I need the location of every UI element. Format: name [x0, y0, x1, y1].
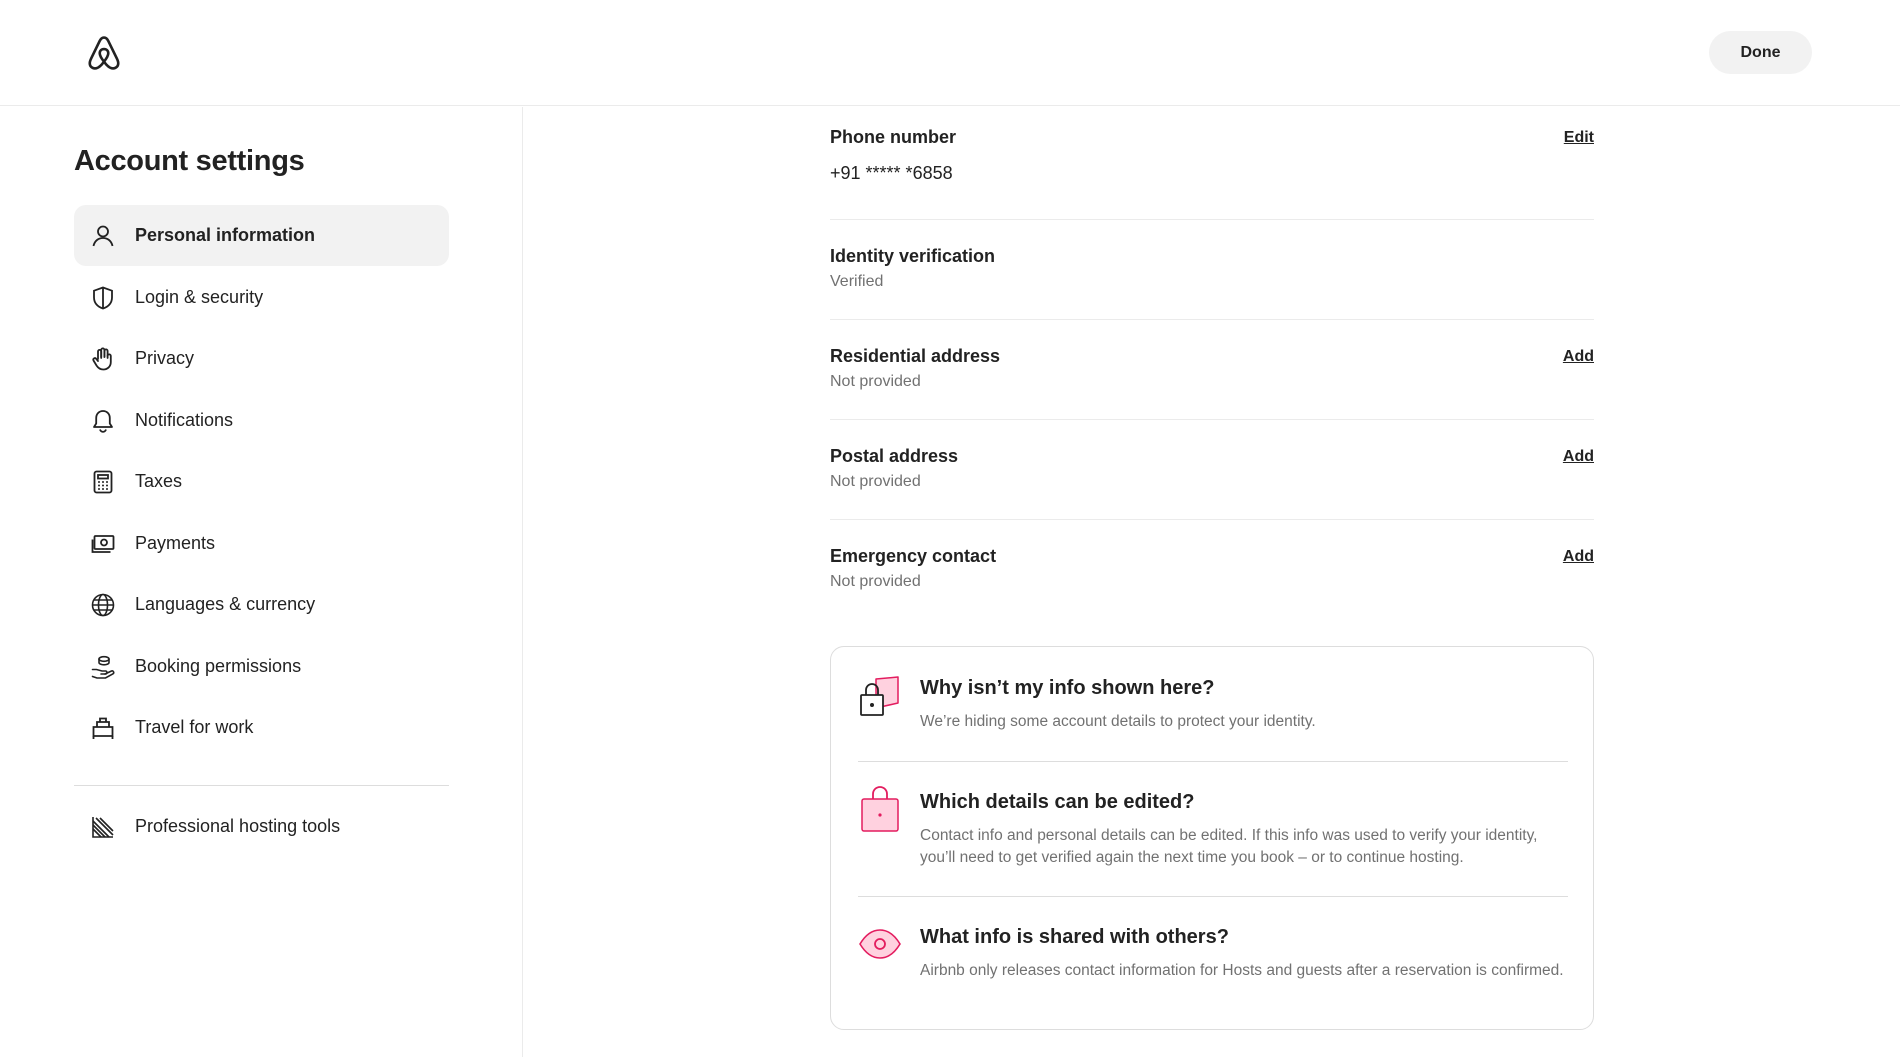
row-value: Not provided	[830, 573, 921, 590]
emergency-contact-row: Emergency contact Not provided Add	[830, 520, 1594, 620]
row-value: Not provided	[830, 473, 921, 490]
globe-icon	[90, 592, 116, 618]
info-title: What info is shared with others?	[920, 926, 1229, 948]
info-item-why-hidden: Why isn’t my info shown here? We’re hidi…	[858, 671, 1568, 761]
info-text: We’re hiding some account details to pro…	[920, 713, 1316, 730]
row-label: Residential address	[830, 346, 1001, 366]
settings-sidebar: Account settings Personal information Lo…	[0, 107, 523, 1057]
row-value: Not provided	[830, 373, 921, 390]
add-emergency-contact-link[interactable]: Add	[1563, 548, 1594, 566]
row-label: Postal address	[830, 446, 959, 466]
info-divider	[858, 896, 1568, 897]
sidebar-item-booking-permissions[interactable]: Booking permissions	[74, 636, 449, 697]
sidebar-item-label: Taxes	[135, 471, 183, 491]
sidebar-item-payments[interactable]: Payments	[74, 513, 449, 574]
sidebar-item-label: Languages & currency	[135, 594, 316, 614]
sidebar-title: Account settings	[74, 145, 305, 177]
sidebar-item-label: Login & security	[135, 286, 264, 307]
info-text: Airbnb only releases contact information…	[920, 962, 1564, 979]
sidebar-item-taxes[interactable]: Taxes	[74, 451, 449, 512]
info-title: Why isn’t my info shown here?	[920, 677, 1215, 699]
sidebar-divider	[74, 785, 449, 786]
sidebar-item-label: Professional hosting tools	[135, 816, 341, 836]
add-postal-address-link[interactable]: Add	[1563, 448, 1594, 466]
edit-phone-link[interactable]: Edit	[1564, 129, 1594, 147]
sidebar-item-languages-currency[interactable]: Languages & currency	[74, 574, 449, 635]
row-label: Emergency contact	[830, 546, 997, 566]
cash-icon	[90, 531, 116, 557]
row-label: Identity verification	[830, 246, 996, 266]
info-card: Why isn’t my info shown here? We’re hidi…	[830, 646, 1594, 1030]
sidebar-item-label: Notifications	[135, 409, 234, 430]
sidebar-item-professional-hosting-tools[interactable]: Professional hosting tools	[74, 796, 449, 857]
row-label: Phone number	[830, 127, 957, 147]
person-icon	[90, 223, 116, 249]
eye-icon	[858, 920, 902, 968]
sidebar-item-notifications[interactable]: Notifications	[74, 390, 449, 451]
shopping-bag-icon	[858, 785, 902, 833]
top-header: Done	[0, 0, 1900, 106]
done-button[interactable]: Done	[1709, 31, 1812, 74]
hand-icon	[90, 346, 116, 372]
identity-verification-row: Identity verification Verified	[830, 220, 1594, 320]
sidebar-item-label: Travel for work	[135, 717, 254, 737]
suitcase-icon	[90, 715, 116, 741]
chart-stripes-icon	[90, 814, 116, 840]
sidebar-item-personal-information[interactable]: Personal information	[74, 205, 449, 266]
info-title: Which details can be edited?	[920, 791, 1195, 813]
info-item-shared-info: What info is shared with others? Airbnb …	[858, 920, 1568, 1020]
bell-icon	[90, 408, 116, 434]
postal-address-row: Postal address Not provided Add	[830, 420, 1594, 520]
sidebar-item-label: Booking permissions	[135, 655, 302, 676]
lock-icon	[858, 673, 902, 721]
personal-info-panel: Phone number +91 ***** *6858 Edit Identi…	[830, 107, 1594, 1030]
shield-icon	[90, 285, 116, 311]
sidebar-item-label: Payments	[135, 532, 216, 553]
sidebar-item-label: Personal information	[135, 225, 316, 245]
calculator-icon	[90, 469, 116, 495]
sidebar-item-label: Privacy	[135, 348, 195, 368]
row-value: Verified	[830, 273, 884, 290]
airbnb-logo-icon[interactable]	[85, 33, 123, 73]
sidebar-item-privacy[interactable]: Privacy	[74, 328, 449, 389]
phone-number-row: Phone number +91 ***** *6858 Edit	[830, 107, 1594, 220]
residential-address-row: Residential address Not provided Add	[830, 320, 1594, 420]
info-divider	[858, 761, 1568, 762]
settings-nav: Personal information Login & security Pr…	[74, 205, 449, 858]
row-value: +91 ***** *6858	[830, 163, 953, 183]
sidebar-item-login-security[interactable]: Login & security	[74, 267, 449, 328]
sidebar-item-travel-for-work[interactable]: Travel for work	[74, 697, 449, 758]
info-item-editable-details: Which details can be edited? Contact inf…	[858, 785, 1568, 895]
hand-coins-icon	[90, 654, 116, 680]
info-text: Contact info and personal details can be…	[920, 827, 1538, 866]
add-residential-address-link[interactable]: Add	[1563, 348, 1594, 366]
